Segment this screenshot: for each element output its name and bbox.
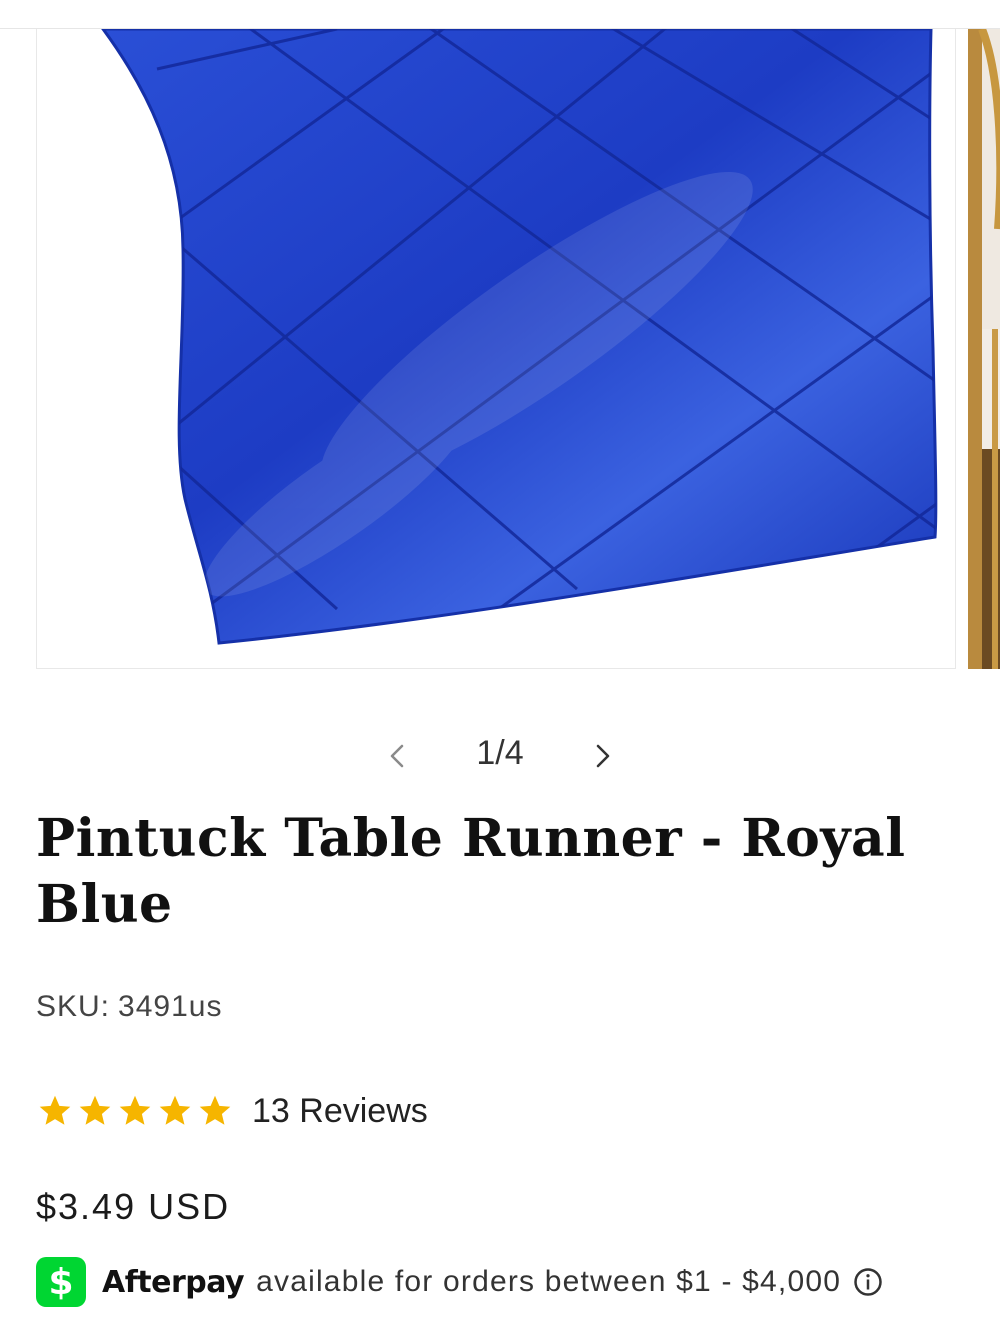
chair-illustration [968,29,1000,669]
product-image-next-preview[interactable] [968,29,1000,669]
sku-label: SKU: [36,990,111,1023]
afterpay-message: $ Afterpay available for orders between … [36,1256,883,1308]
product-price: $3.49 USD [36,1186,231,1227]
product-title: Pintuck Table Runner - Royal Blue [36,808,906,935]
product-image-gallery[interactable] [0,29,1000,669]
afterpay-logo: Afterpay [102,1264,245,1300]
star-icon [159,1095,191,1125]
star-icon [119,1095,151,1125]
chevron-right-icon [596,744,610,768]
next-slide-button[interactable] [586,736,618,776]
previous-slide-button[interactable] [382,736,414,776]
reviews-link[interactable]: 13 Reviews [252,1092,428,1131]
sku-value: 3491us [118,990,223,1023]
product-sku: SKU: 3491us [36,990,222,1024]
product-image-main[interactable] [36,29,956,669]
slide-counter: 1/4 [476,734,524,772]
afterpay-text: available for orders between $1 - $4,000 [256,1265,842,1298]
star-icon [199,1095,231,1125]
table-runner-illustration [101,29,938,645]
gallery-pager: 1/4 [0,728,1000,784]
star-icon [79,1095,111,1125]
cash-app-icon: $ [36,1257,86,1307]
star-rating [36,1093,234,1129]
chevron-left-icon [390,744,404,768]
star-icon [39,1095,71,1125]
product-rating[interactable]: 13 Reviews [36,1088,428,1134]
info-icon[interactable] [853,1267,883,1297]
